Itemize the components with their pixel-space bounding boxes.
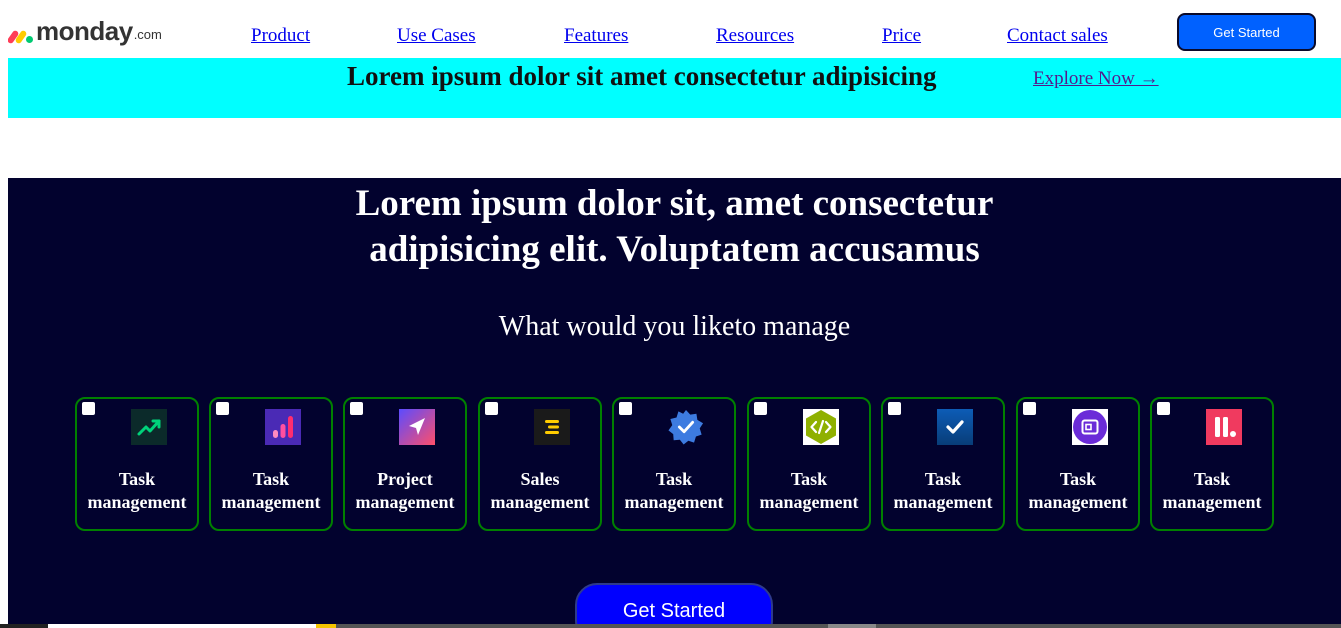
taskbar-segment bbox=[316, 624, 336, 628]
hero-subtitle: What would you liketo manage bbox=[498, 311, 851, 342]
option-checkbox-2[interactable] bbox=[216, 402, 229, 415]
taskbar-segment bbox=[48, 624, 316, 628]
top-navbar: monday .com Product Use Cases Features R… bbox=[8, 8, 1341, 58]
verified-badge-icon bbox=[668, 409, 704, 445]
code-icon bbox=[803, 409, 839, 445]
option-label-6: Task management bbox=[759, 469, 859, 512]
option-label-8: Task management bbox=[1028, 469, 1128, 512]
option-label-3: Project management bbox=[355, 469, 455, 512]
option-checkbox-9[interactable] bbox=[1157, 402, 1170, 415]
hero-section: Lorem ipsum dolor sit, amet consectetur … bbox=[8, 178, 1341, 628]
nav-link-features[interactable]: Features bbox=[564, 25, 628, 47]
taskbar-segment bbox=[828, 624, 876, 628]
trending-up-icon bbox=[131, 409, 167, 445]
paper-plane-icon bbox=[399, 409, 435, 445]
pause-dot-icon bbox=[1206, 409, 1242, 445]
get-started-nav-button[interactable]: Get Started bbox=[1177, 13, 1316, 51]
checkmark-icon bbox=[937, 409, 973, 445]
option-card-3[interactable]: Project management bbox=[343, 397, 467, 531]
option-label-2: Task management bbox=[221, 469, 321, 512]
nav-link-use-cases[interactable]: Use Cases bbox=[397, 25, 476, 47]
option-checkbox-7[interactable] bbox=[888, 402, 901, 415]
brand-logo[interactable]: monday .com bbox=[8, 16, 162, 46]
option-checkbox-5[interactable] bbox=[619, 402, 632, 415]
option-label-4: Sales management bbox=[490, 469, 590, 512]
picture-frame-icon bbox=[1072, 409, 1108, 445]
nav-link-product[interactable]: Product bbox=[251, 25, 310, 47]
option-label-7: Task management bbox=[893, 469, 993, 512]
option-card-1[interactable]: Task management bbox=[75, 397, 199, 531]
option-card-4[interactable]: Sales management bbox=[478, 397, 602, 531]
option-label-9: Task management bbox=[1162, 469, 1262, 512]
bar-chart-icon bbox=[265, 409, 301, 445]
taskbar-strip bbox=[0, 624, 1341, 628]
hero-title-line-2: adipisicing elit. Voluptatem accusamus bbox=[369, 229, 980, 270]
hero-title: Lorem ipsum dolor sit, amet consectetur … bbox=[8, 181, 1341, 273]
promo-banner: Lorem ipsum dolor sit amet consectetur a… bbox=[8, 58, 1341, 118]
get-started-main-button[interactable]: Get Started bbox=[575, 583, 773, 628]
option-checkbox-3[interactable] bbox=[350, 402, 363, 415]
option-checkbox-4[interactable] bbox=[485, 402, 498, 415]
nav-link-price[interactable]: Price bbox=[882, 25, 921, 47]
option-card-8[interactable]: Task management bbox=[1016, 397, 1140, 531]
brand-name: monday bbox=[36, 16, 133, 46]
nav-link-resources[interactable]: Resources bbox=[716, 25, 794, 47]
option-checkbox-6[interactable] bbox=[754, 402, 767, 415]
option-card-6[interactable]: Task management bbox=[747, 397, 871, 531]
option-label-5: Task management bbox=[624, 469, 724, 512]
option-checkbox-8[interactable] bbox=[1023, 402, 1036, 415]
hero-title-line-1: Lorem ipsum dolor sit, amet consectetur bbox=[355, 183, 994, 224]
option-card-5[interactable]: Task management bbox=[612, 397, 736, 531]
option-checkbox-1[interactable] bbox=[82, 402, 95, 415]
option-card-2[interactable]: Task management bbox=[209, 397, 333, 531]
taskbar-segment bbox=[0, 624, 48, 628]
monday-logo-icon bbox=[8, 26, 36, 46]
page: monday .com Product Use Cases Features R… bbox=[8, 8, 1341, 628]
option-label-1: Task management bbox=[87, 469, 187, 512]
explore-now-link[interactable]: Explore Now → bbox=[1033, 68, 1159, 90]
banner-headline: Lorem ipsum dolor sit amet consectetur a… bbox=[347, 61, 937, 91]
nav-link-contact-sales[interactable]: Contact sales bbox=[1007, 25, 1108, 47]
option-card-9[interactable]: Task management bbox=[1150, 397, 1274, 531]
option-card-7[interactable]: Task management bbox=[881, 397, 1005, 531]
menu-lines-icon bbox=[534, 409, 570, 445]
brand-suffix: .com bbox=[133, 27, 162, 42]
